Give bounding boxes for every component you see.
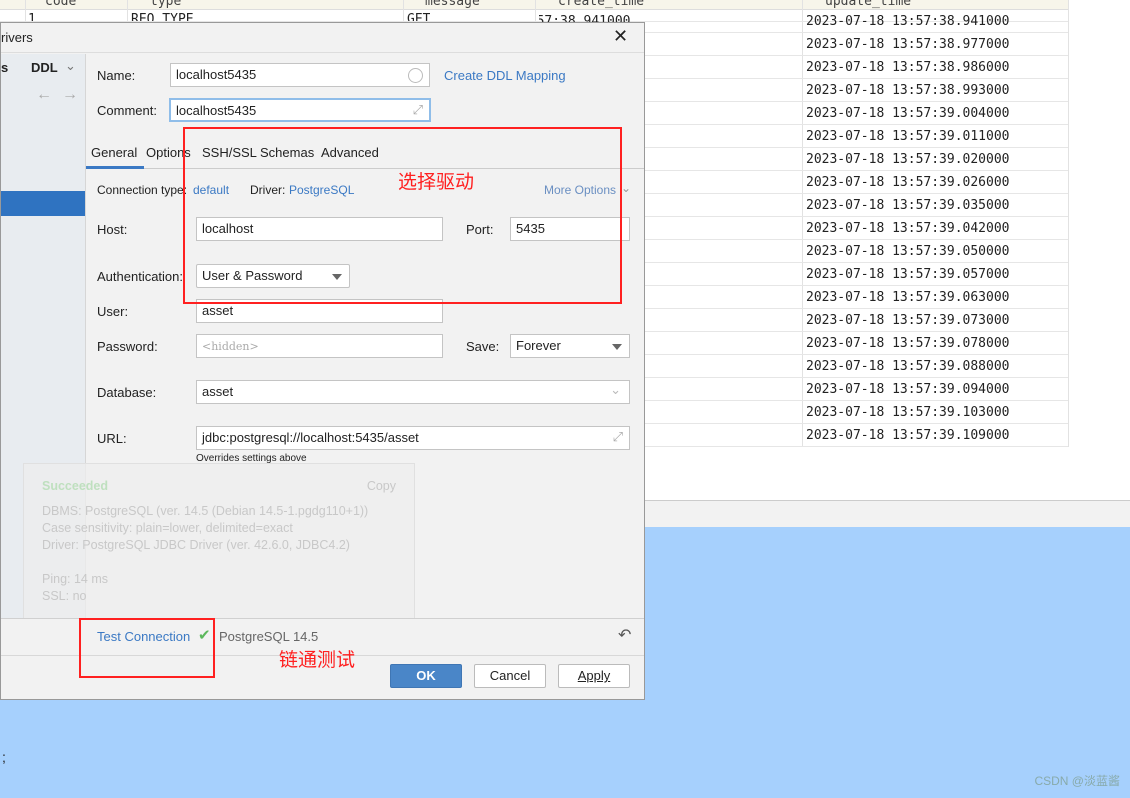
- expand-icon: ⤢: [612, 429, 623, 444]
- column-header-type[interactable]: type: [150, 0, 181, 9]
- update-time-cell: 2023-07-18 13:57:38.993000: [806, 83, 1010, 98]
- data-source-dialog: rivers ✕ s DDL ⌄ ← → Name: localhost5435…: [0, 22, 645, 700]
- save-select[interactable]: Forever: [510, 334, 630, 358]
- watermark: CSDN @淡蓝酱: [1034, 774, 1120, 788]
- password-input[interactable]: <hidden>: [196, 334, 443, 358]
- dialog-title-bar: rivers ✕: [1, 23, 644, 53]
- annotation-driver-note: 选择驱动: [398, 172, 475, 193]
- forward-arrow-icon[interactable]: →: [62, 86, 78, 104]
- column-header-message[interactable]: message: [425, 0, 480, 9]
- create-ddl-mapping-link[interactable]: Create DDL Mapping: [444, 68, 566, 83]
- update-time-cell: 2023-07-18 13:57:39.035000: [806, 198, 1010, 213]
- update-time-cell: 2023-07-18 13:57:39.073000: [806, 313, 1010, 328]
- annotation-box-test: [79, 618, 215, 678]
- annotation-test-note: 链通测试: [279, 650, 356, 671]
- color-circle-icon[interactable]: [408, 68, 423, 83]
- column-header-code[interactable]: code: [45, 0, 76, 9]
- chevron-down-icon[interactable]: ⌄: [621, 181, 631, 195]
- column-header-update-time[interactable]: update_time: [825, 0, 911, 9]
- update-time-cell: 2023-07-18 13:57:39.078000: [806, 336, 1010, 351]
- update-time-cell: 2023-07-18 13:57:39.042000: [806, 221, 1010, 236]
- copy-button[interactable]: Copy: [367, 478, 396, 495]
- grid-header: code type message create_time update_tim…: [0, 0, 1068, 10]
- update-time-cell: 2023-07-18 13:57:39.088000: [806, 359, 1010, 374]
- update-time-cell: 2023-07-18 13:57:38.941000: [806, 14, 1010, 29]
- database-input[interactable]: asset ⌄: [196, 380, 630, 404]
- update-time-cell: 2023-07-18 13:57:39.050000: [806, 244, 1010, 259]
- selected-data-source[interactable]: [1, 191, 85, 216]
- undo-icon[interactable]: ↶: [618, 625, 631, 645]
- column-header-create-time[interactable]: create_time: [558, 0, 644, 9]
- url-input[interactable]: jdbc:postgresql://localhost:5435/asset ⤢: [196, 426, 630, 450]
- update-time-cell: 2023-07-18 13:57:39.103000: [806, 405, 1010, 420]
- comment-input[interactable]: localhost5435 ⤢: [169, 98, 431, 122]
- update-time-cell: 2023-07-18 13:57:39.094000: [806, 382, 1010, 397]
- tab-general[interactable]: General: [91, 145, 137, 160]
- update-time-cell: 2023-07-18 13:57:39.004000: [806, 106, 1010, 121]
- close-icon[interactable]: ✕: [613, 26, 628, 47]
- back-arrow-icon[interactable]: ←: [36, 86, 52, 104]
- update-time-cell: 2023-07-18 13:57:39.063000: [806, 290, 1010, 305]
- cancel-button[interactable]: Cancel: [474, 664, 546, 688]
- chevron-down-icon: ⌄: [610, 382, 621, 397]
- update-time-cell: 2023-07-18 13:57:38.986000: [806, 60, 1010, 75]
- apply-button[interactable]: Apply: [558, 664, 630, 688]
- update-time-cell: 2023-07-18 13:57:39.109000: [806, 428, 1010, 443]
- ok-button[interactable]: OK: [390, 664, 462, 688]
- update-time-cell: 2023-07-18 13:57:39.057000: [806, 267, 1010, 282]
- annotation-box-driver: [183, 127, 622, 304]
- chevron-down-icon[interactable]: ⌄: [65, 58, 76, 74]
- update-time-cell: 2023-07-18 13:57:39.020000: [806, 152, 1010, 167]
- test-result-popup: Succeeded Copy DBMS: PostgreSQL (ver. 14.…: [23, 463, 415, 619]
- dropdown-arrow-icon: [612, 344, 622, 350]
- expand-icon[interactable]: ⤢: [413, 102, 423, 118]
- update-time-cell: 2023-07-18 13:57:38.977000: [806, 37, 1010, 52]
- ddl-tab[interactable]: DDL: [31, 60, 58, 75]
- update-time-cell: 2023-07-18 13:57:39.011000: [806, 129, 1010, 144]
- name-input[interactable]: localhost5435: [170, 63, 430, 87]
- update-time-cell: 2023-07-18 13:57:39.026000: [806, 175, 1010, 190]
